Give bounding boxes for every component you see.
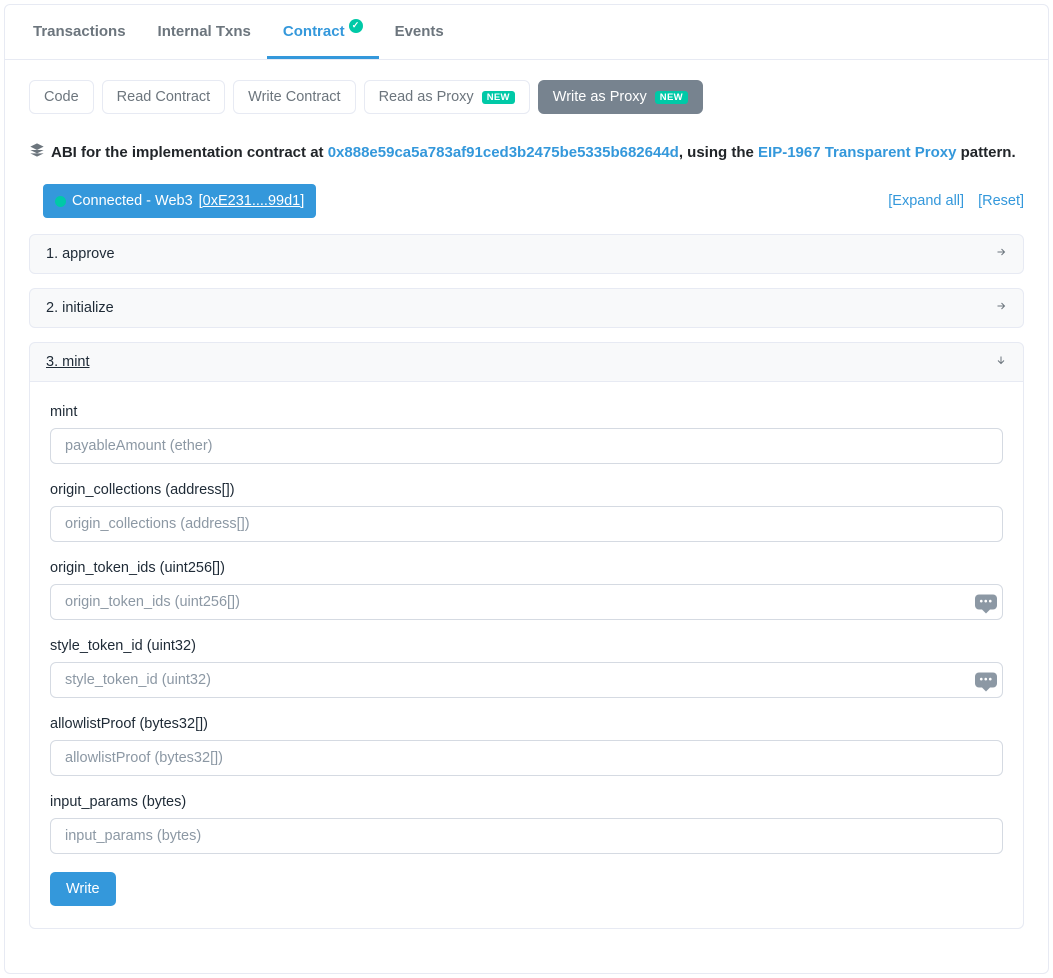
- allowlist-proof-input[interactable]: [50, 740, 1003, 776]
- contract-subtabs: Code Read Contract Write Contract Read a…: [29, 80, 1024, 114]
- origin-collections-input[interactable]: [50, 506, 1003, 542]
- function-mint-title: 3. mint: [46, 354, 90, 370]
- subtab-read-as-proxy[interactable]: Read as Proxy NEW: [364, 80, 530, 114]
- style-token-id-label: style_token_id (uint32): [50, 638, 1003, 654]
- expand-all-link[interactable]: [Expand all]: [888, 193, 964, 209]
- web3-connected-button[interactable]: Connected - Web3 [0xE231....99d1]: [43, 184, 316, 218]
- function-mint-header[interactable]: 3. mint: [30, 343, 1023, 381]
- function-approve: 1. approve: [29, 234, 1024, 274]
- subtab-write-as-proxy[interactable]: Write as Proxy NEW: [538, 80, 703, 114]
- new-badge: NEW: [655, 91, 688, 104]
- origin-collections-label: origin_collections (address[]): [50, 482, 1003, 498]
- tab-transactions[interactable]: Transactions: [17, 5, 142, 59]
- function-approve-header[interactable]: 1. approve: [30, 235, 1023, 273]
- tab-internal-txns[interactable]: Internal Txns: [142, 5, 267, 59]
- status-row: Connected - Web3 [0xE231....99d1] [Expan…: [29, 184, 1024, 218]
- connected-dot-icon: [55, 196, 66, 207]
- function-mint-body: mint origin_collections (address[]) orig…: [30, 381, 1023, 928]
- subtab-read-contract[interactable]: Read Contract: [102, 80, 226, 114]
- abi-prefix: ABI for the implementation contract at: [51, 144, 328, 161]
- tab-contract[interactable]: Contract ✓: [267, 5, 379, 59]
- input-params-label: input_params (bytes): [50, 794, 1003, 810]
- subtab-write-contract[interactable]: Write Contract: [233, 80, 355, 114]
- payable-amount-input[interactable]: [50, 428, 1003, 464]
- function-approve-title: 1. approve: [46, 246, 115, 262]
- origin-token-ids-label: origin_token_ids (uint256[]): [50, 560, 1003, 576]
- abi-info-line: ABI for the implementation contract at 0…: [29, 142, 1024, 162]
- abi-mid: , using the: [679, 144, 758, 161]
- payable-label: mint: [50, 404, 1003, 420]
- tab-contract-label: Contract: [283, 23, 345, 40]
- content-area: Code Read Contract Write Contract Read a…: [5, 60, 1048, 973]
- function-initialize-header[interactable]: 2. initialize: [30, 289, 1023, 327]
- helper-badge-icon[interactable]: •••: [975, 595, 997, 610]
- subtab-code[interactable]: Code: [29, 80, 94, 114]
- write-button[interactable]: Write: [50, 872, 116, 906]
- implementation-address-link[interactable]: 0x888e59ca5a783af91ced3b2475be5335b68264…: [328, 144, 679, 161]
- arrow-right-icon: [995, 246, 1007, 262]
- layers-icon: [29, 142, 45, 162]
- function-initialize-title: 2. initialize: [46, 300, 114, 316]
- proxy-pattern-link[interactable]: EIP-1967 Transparent Proxy: [758, 144, 956, 161]
- origin-token-ids-input[interactable]: [50, 584, 1003, 620]
- contract-panel: Transactions Internal Txns Contract ✓ Ev…: [4, 4, 1049, 974]
- function-mint: 3. mint mint origin_collections (address…: [29, 342, 1024, 929]
- style-token-id-input[interactable]: [50, 662, 1003, 698]
- connected-address: [0xE231....99d1]: [199, 193, 305, 209]
- subtab-read-as-proxy-label: Read as Proxy: [379, 89, 474, 105]
- arrow-down-icon: [995, 354, 1007, 370]
- reset-link[interactable]: [Reset]: [978, 193, 1024, 209]
- abi-suffix: pattern.: [956, 144, 1015, 161]
- verified-check-icon: ✓: [349, 19, 363, 33]
- connected-label: Connected - Web3: [72, 193, 193, 209]
- tab-events[interactable]: Events: [379, 5, 460, 59]
- expand-reset-links: [Expand all] [Reset]: [888, 193, 1024, 209]
- main-tabbar: Transactions Internal Txns Contract ✓ Ev…: [5, 5, 1048, 60]
- arrow-right-icon: [995, 300, 1007, 316]
- allowlist-proof-label: allowlistProof (bytes32[]): [50, 716, 1003, 732]
- input-params-input[interactable]: [50, 818, 1003, 854]
- new-badge: NEW: [482, 91, 515, 104]
- function-initialize: 2. initialize: [29, 288, 1024, 328]
- subtab-write-as-proxy-label: Write as Proxy: [553, 89, 647, 105]
- helper-badge-icon[interactable]: •••: [975, 673, 997, 688]
